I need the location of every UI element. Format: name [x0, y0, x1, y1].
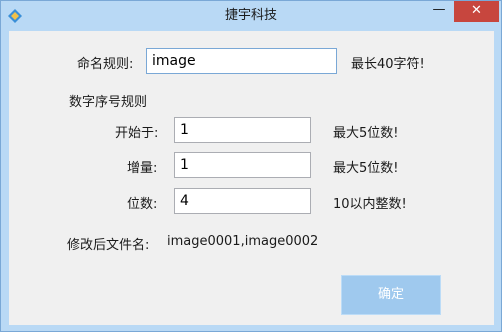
preview-filename-label: 修改后文件名:: [67, 238, 150, 253]
preview-filename-value: image0001,image0002: [167, 234, 319, 249]
increment-label: 增量:: [127, 161, 158, 176]
close-button[interactable]: ✕: [454, 1, 499, 22]
naming-rule-hint: 最长40字符!: [351, 57, 425, 72]
digits-input[interactable]: [174, 188, 311, 214]
start-at-label: 开始于:: [115, 126, 159, 141]
start-at-hint: 最大5位数!: [333, 126, 399, 141]
digits-hint: 10以内整数!: [333, 197, 407, 212]
dialog-body: 命名规则: 最长40字符! 数字序号规则 开始于: 最大5位数! 增量: 最大5…: [9, 31, 494, 325]
increment-hint: 最大5位数!: [333, 161, 399, 176]
ok-button[interactable]: 确定: [341, 275, 441, 315]
start-at-input[interactable]: [174, 117, 311, 143]
digits-label: 位数:: [127, 197, 158, 212]
minimize-button[interactable]: —: [426, 1, 452, 22]
rename-dialog-window: 捷宇科技 — ✕ 命名规则: 最长40字符! 数字序号规则 开始于: 最大5位数…: [0, 0, 502, 332]
naming-rule-label: 命名规则:: [77, 57, 134, 72]
naming-rule-input[interactable]: [146, 48, 337, 74]
title-bar[interactable]: 捷宇科技 — ✕: [1, 1, 501, 31]
number-rule-heading: 数字序号规则: [69, 95, 148, 110]
increment-input[interactable]: [174, 152, 311, 178]
